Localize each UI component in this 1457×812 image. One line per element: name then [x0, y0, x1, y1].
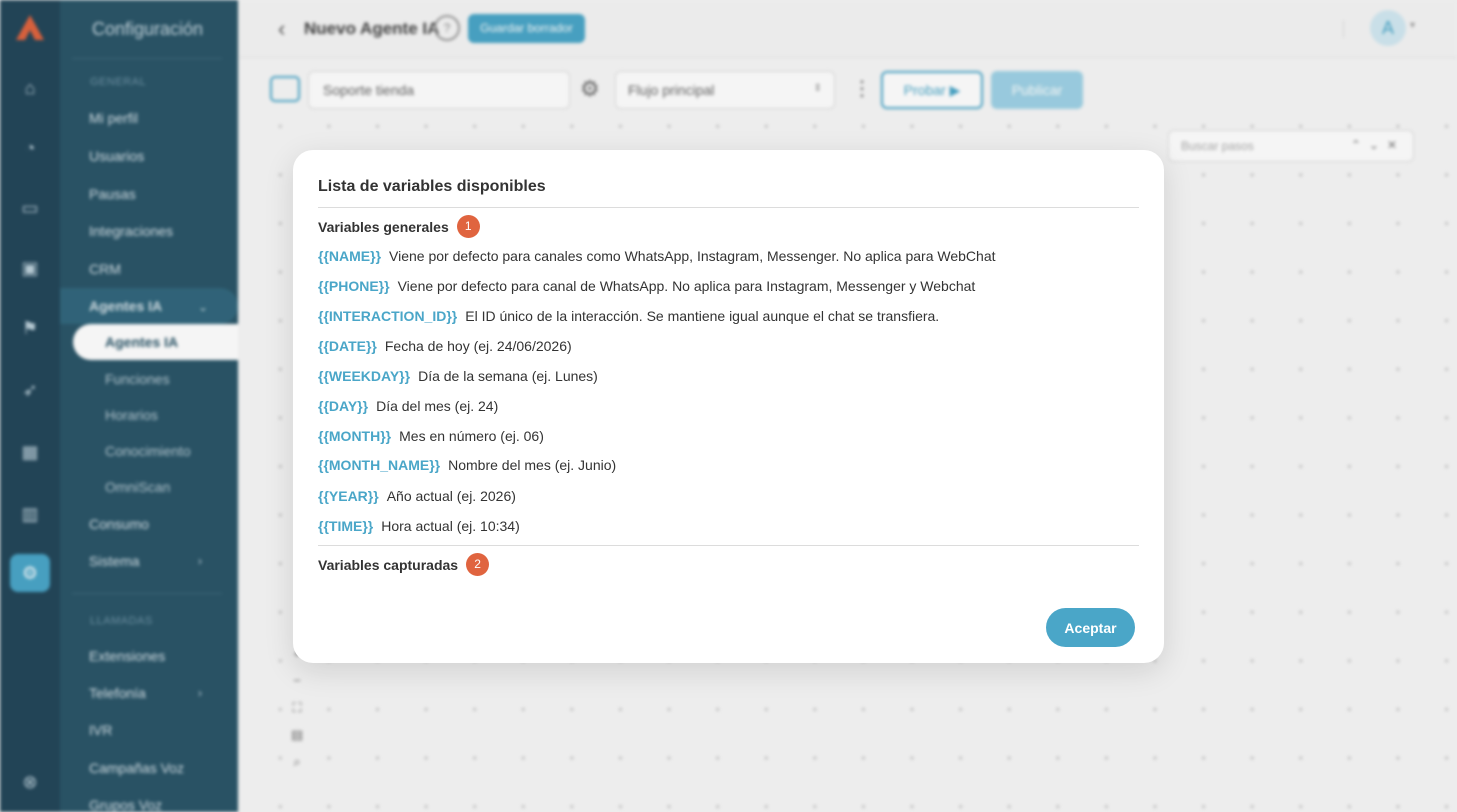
general-variables-label: Variables generales [318, 218, 449, 235]
variable-key[interactable]: {{DATE}} [318, 338, 377, 354]
variable-desc: Viene por defecto para canales como What… [389, 248, 996, 264]
accept-button[interactable]: Aceptar [1046, 608, 1135, 647]
variable-key[interactable]: {{DAY}} [318, 398, 368, 414]
variable-row: {{YEAR}} Año actual (ej. 2026) [318, 488, 516, 504]
variable-desc: Mes en número (ej. 06) [399, 428, 544, 444]
variable-key[interactable]: {{MONTH}} [318, 428, 391, 444]
variable-row: {{MONTH}} Mes en número (ej. 06) [318, 428, 544, 444]
variable-desc: Día del mes (ej. 24) [376, 398, 499, 414]
variable-desc: Año actual (ej. 2026) [386, 488, 516, 504]
general-variables-heading: Variables generales 1 [318, 215, 480, 238]
captured-variables-label: Variables capturadas [318, 556, 459, 573]
variable-key[interactable]: {{TIME}} [318, 518, 373, 534]
general-variables-badge: 1 [456, 215, 480, 238]
modal-divider [318, 207, 1139, 208]
variable-row: {{PHONE}} Viene por defecto para canal de… [318, 278, 975, 294]
variable-row: {{WEEKDAY}} Día de la semana (ej. Lunes) [318, 368, 598, 384]
variable-row: {{INTERACTION_ID}} El ID único de la inte… [318, 308, 939, 324]
variable-desc: Hora actual (ej. 10:34) [381, 518, 520, 534]
captured-variables-heading: Variables capturadas 2 [318, 553, 490, 576]
variables-modal: Lista de variables disponibles Variables… [293, 150, 1164, 663]
variable-row: {{TIME}} Hora actual (ej. 10:34) [318, 518, 520, 534]
variable-row: {{NAME}} Viene por defecto para canales c… [318, 248, 996, 264]
variable-key[interactable]: {{MONTH_NAME}} [318, 457, 440, 473]
variable-desc: El ID único de la interacción. Se mantie… [465, 308, 940, 324]
variable-key[interactable]: {{YEAR}} [318, 488, 379, 504]
variable-key[interactable]: {{INTERACTION_ID}} [318, 308, 457, 324]
variable-desc: Nombre del mes (ej. Junio) [448, 457, 617, 473]
variable-desc: Fecha de hoy (ej. 24/06/2026) [384, 338, 572, 354]
variable-desc: Viene por defecto para canal de WhatsApp… [397, 278, 976, 294]
variable-key[interactable]: {{WEEKDAY}} [318, 368, 410, 384]
variable-row: {{DATE}} Fecha de hoy (ej. 24/06/2026) [318, 338, 572, 354]
variable-key[interactable]: {{PHONE}} [318, 278, 390, 294]
variable-row: {{MONTH_NAME}} Nombre del mes (ej. Junio) [318, 457, 616, 473]
variable-key[interactable]: {{NAME}} [318, 248, 381, 264]
variable-row: {{DAY}} Día del mes (ej. 24) [318, 398, 498, 414]
captured-variables-badge: 2 [466, 553, 490, 576]
modal-title: Lista de variables disponibles [318, 178, 546, 195]
modal-divider [318, 545, 1139, 546]
variable-desc: Día de la semana (ej. Lunes) [418, 368, 598, 384]
